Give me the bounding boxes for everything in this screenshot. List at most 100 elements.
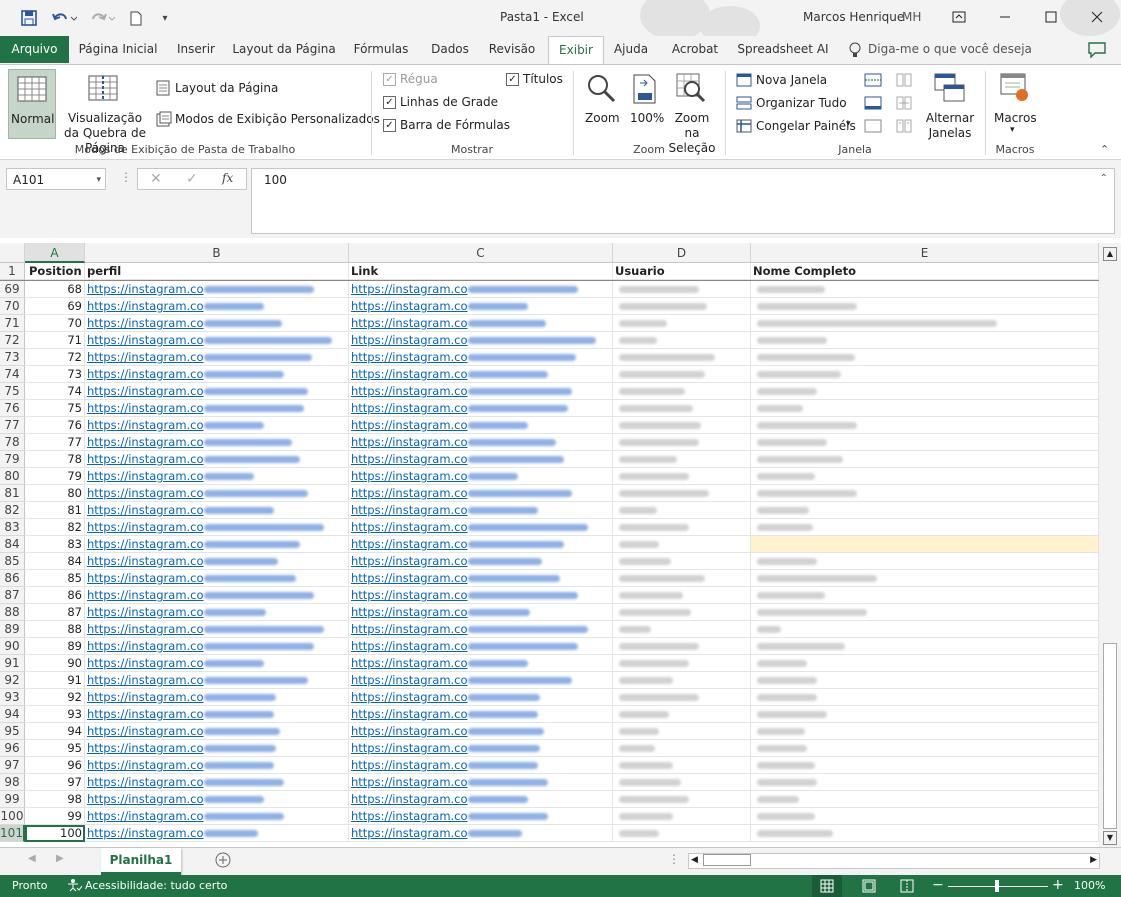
cell-nome-completo[interactable]: [751, 451, 1099, 468]
page-break-view-button[interactable]: Visualização da Quebra de Página: [56, 69, 150, 155]
expand-formula-icon[interactable]: ⌃: [1100, 173, 1108, 184]
profile-link[interactable]: https://instagram.co: [87, 537, 204, 551]
tab-inserir[interactable]: Inserir: [167, 36, 225, 63]
cell-usuario[interactable]: [613, 791, 751, 808]
cell-link[interactable]: https://instagram.co: [349, 672, 613, 689]
link-url[interactable]: https://instagram.co: [351, 401, 468, 415]
tab-revisao[interactable]: Revisão: [481, 36, 543, 63]
cell-link[interactable]: https://instagram.co: [349, 366, 613, 383]
row-header[interactable]: 91: [0, 655, 25, 672]
cell-perfil[interactable]: https://instagram.co: [85, 366, 349, 383]
sync-scroll-icon[interactable]: [896, 96, 912, 113]
arrange-all-button[interactable]: Organizar Tudo: [736, 95, 856, 113]
cell-perfil[interactable]: https://instagram.co: [85, 519, 349, 536]
cell-link[interactable]: https://instagram.co: [349, 400, 613, 417]
cell-position[interactable]: 86: [25, 587, 85, 604]
row-header[interactable]: 93: [0, 689, 25, 706]
cell-usuario[interactable]: [613, 774, 751, 791]
cell-link[interactable]: https://instagram.co: [349, 417, 613, 434]
column-header-c[interactable]: C: [349, 243, 613, 263]
tab-formulas[interactable]: Fórmulas: [343, 36, 419, 63]
cell-usuario[interactable]: [613, 519, 751, 536]
column-header-a[interactable]: A: [25, 243, 85, 263]
cell-position[interactable]: 80: [25, 485, 85, 502]
profile-link[interactable]: https://instagram.co: [87, 656, 204, 670]
profile-link[interactable]: https://instagram.co: [87, 826, 204, 840]
profile-link[interactable]: https://instagram.co: [87, 792, 204, 806]
cell-nome-completo[interactable]: [751, 604, 1099, 621]
profile-link[interactable]: https://instagram.co: [87, 520, 204, 534]
cell-link[interactable]: https://instagram.co: [349, 315, 613, 332]
formula-input[interactable]: 100 ⌃: [251, 168, 1115, 234]
horizontal-scrollbar[interactable]: ◀ ▶: [688, 853, 1100, 869]
cell-position[interactable]: 79: [25, 468, 85, 485]
cell-position[interactable]: 68: [25, 281, 85, 298]
row-header[interactable]: 84: [0, 536, 25, 553]
row-header[interactable]: 88: [0, 604, 25, 621]
column-header-b[interactable]: B: [85, 243, 349, 263]
profile-link[interactable]: https://instagram.co: [87, 333, 204, 347]
cell-usuario[interactable]: [613, 757, 751, 774]
cell-position[interactable]: 69: [25, 298, 85, 315]
row-header[interactable]: 96: [0, 740, 25, 757]
collapse-ribbon-icon[interactable]: ⌃: [1100, 143, 1109, 156]
cell-perfil[interactable]: https://instagram.co: [85, 468, 349, 485]
cell-position[interactable]: 72: [25, 349, 85, 366]
cell-position[interactable]: 82: [25, 519, 85, 536]
cell-perfil[interactable]: https://instagram.co: [85, 672, 349, 689]
profile-link[interactable]: https://instagram.co: [87, 554, 204, 568]
header-usuario[interactable]: Usuario: [613, 263, 751, 280]
formula-bar-checkbox[interactable]: ✓: [383, 119, 396, 132]
profile-link[interactable]: https://instagram.co: [87, 435, 204, 449]
cell-perfil[interactable]: https://instagram.co: [85, 315, 349, 332]
cell-link[interactable]: https://instagram.co: [349, 808, 613, 825]
profile-link[interactable]: https://instagram.co: [87, 639, 204, 653]
cell-usuario[interactable]: [613, 825, 751, 842]
cell-nome-completo[interactable]: [751, 808, 1099, 825]
cell-perfil[interactable]: https://instagram.co: [85, 400, 349, 417]
cell-usuario[interactable]: [613, 451, 751, 468]
cell-usuario[interactable]: [613, 740, 751, 757]
cell-link[interactable]: https://instagram.co: [349, 655, 613, 672]
cell-usuario[interactable]: [613, 621, 751, 638]
cell-position[interactable]: 89: [25, 638, 85, 655]
cell-usuario[interactable]: [613, 723, 751, 740]
cell-perfil[interactable]: https://instagram.co: [85, 434, 349, 451]
cell-position[interactable]: 75: [25, 400, 85, 417]
cell-usuario[interactable]: [613, 349, 751, 366]
tab-arquivo[interactable]: Arquivo: [0, 36, 69, 63]
cell-nome-completo[interactable]: [751, 485, 1099, 502]
link-url[interactable]: https://instagram.co: [351, 452, 468, 466]
select-all-corner[interactable]: [0, 243, 25, 263]
cell-usuario[interactable]: [613, 485, 751, 502]
cell-usuario[interactable]: [613, 281, 751, 298]
cell-link[interactable]: https://instagram.co: [349, 740, 613, 757]
header-link[interactable]: Link: [349, 263, 613, 280]
tab-exibir[interactable]: Exibir: [548, 36, 604, 65]
cell-nome-completo[interactable]: [751, 468, 1099, 485]
cell-nome-completo[interactable]: [751, 298, 1099, 315]
page-break-status-icon[interactable]: [900, 879, 914, 896]
new-window-button[interactable]: Nova Janela: [736, 72, 856, 90]
row-header[interactable]: 69: [0, 281, 25, 298]
cell-usuario[interactable]: [613, 689, 751, 706]
cell-nome-completo[interactable]: [751, 689, 1099, 706]
zoom-out-icon[interactable]: −: [932, 877, 944, 893]
tab-dados[interactable]: Dados: [423, 36, 477, 63]
cell-perfil[interactable]: https://instagram.co: [85, 536, 349, 553]
worksheet-grid[interactable]: A B C D E 1 Position perfil Link Usuario…: [0, 243, 1099, 847]
close-button[interactable]: [1074, 0, 1120, 33]
row-header[interactable]: 98: [0, 774, 25, 791]
unhide-icon[interactable]: [864, 119, 882, 136]
reset-window-position-icon[interactable]: [896, 119, 912, 136]
cell-nome-completo[interactable]: [751, 553, 1099, 570]
row-header[interactable]: 90: [0, 638, 25, 655]
cell-nome-completo[interactable]: [751, 502, 1099, 519]
row-header[interactable]: 87: [0, 587, 25, 604]
link-url[interactable]: https://instagram.co: [351, 758, 468, 772]
cell-link[interactable]: https://instagram.co: [349, 587, 613, 604]
cell-position[interactable]: 84: [25, 553, 85, 570]
cell-position[interactable]: 85: [25, 570, 85, 587]
cell-nome-completo[interactable]: [751, 757, 1099, 774]
cell-nome-completo[interactable]: [751, 672, 1099, 689]
